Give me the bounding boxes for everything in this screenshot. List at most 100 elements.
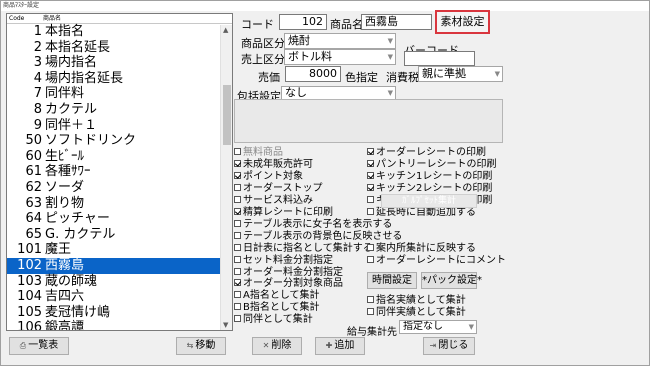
tax-select[interactable]: 親に準拠 ▼ — [418, 66, 503, 82]
list-scrollbar[interactable]: ▲ ▼ — [220, 25, 232, 330]
color-designation-label[interactable]: 色指定 — [345, 69, 378, 85]
checkbox-checks_left-5[interactable]: 精算レシートに印刷 — [234, 207, 333, 219]
pack-settings-button[interactable]: *パック設定* — [421, 272, 482, 289]
checkbox-box[interactable] — [234, 195, 241, 203]
checkbox-checks_right2-1[interactable]: オーダーレシートにコメント — [367, 255, 506, 267]
list-item[interactable]: 3 場内指名 — [7, 55, 232, 71]
package-select[interactable]: なし ▼ — [281, 86, 396, 100]
checkbox-checks_right3-1[interactable]: 同伴実績として集計 — [367, 307, 466, 319]
list-item[interactable]: 4 場内指名延長 — [7, 71, 232, 87]
checkbox-checks_left-3[interactable]: オーダーストップ — [234, 183, 323, 195]
checkbox-checks_left-9[interactable]: セット料金分割指定 — [234, 255, 333, 267]
checkbox-box[interactable] — [367, 296, 374, 303]
list-item[interactable]: 2 本指名延長 — [7, 40, 232, 56]
checkbox-box[interactable] — [367, 207, 374, 215]
checkbox-box[interactable] — [367, 183, 374, 191]
move-button[interactable]: ⇆ 移動 — [176, 337, 226, 355]
checkbox-box[interactable] — [234, 243, 241, 251]
checkbox-box[interactable] — [367, 159, 374, 167]
time-settings-button[interactable]: 時間設定 — [367, 272, 417, 289]
chevron-down-icon: ▼ — [494, 70, 500, 78]
list-item[interactable]: 60 生ﾋﾞｰﾙ — [7, 149, 232, 165]
checkbox-box[interactable] — [234, 267, 241, 275]
checkbox-checks_left-0[interactable]: 無料商品 — [234, 147, 283, 159]
salary-select[interactable]: 指定なし ▼ — [399, 320, 477, 334]
checkbox-box[interactable] — [234, 315, 241, 323]
list-item-code: 1 — [33, 24, 42, 39]
list-item[interactable]: 106 鍛高譚 — [7, 320, 232, 330]
checkbox-checks_right-0[interactable]: オーダーレシートの印刷 — [367, 147, 486, 159]
checkbox-box[interactable] — [367, 244, 374, 251]
checkbox-checks_right-5[interactable]: 延長時に自動追加する — [367, 207, 476, 219]
checkbox-checks_left-7[interactable]: テーブル表示の背景色に反映させる — [234, 231, 402, 243]
checkbox-checks_left-10[interactable]: オーダー料金分割指定 — [234, 267, 343, 279]
list-print-button[interactable]: ⎙ 一覧表 — [9, 337, 69, 355]
list-item[interactable]: 50 ソフトドリンク — [7, 133, 232, 149]
delete-button[interactable]: ✕ 削除 — [252, 337, 302, 355]
list-item-name: 割り物 — [45, 195, 85, 211]
list-item[interactable]: 101 魔王 — [7, 242, 232, 258]
checkbox-checks_right2-0[interactable]: 案内所集計に反映する — [367, 243, 476, 255]
checkbox-checks_left-2[interactable]: ポイント対象 — [234, 171, 303, 183]
checkbox-box[interactable] — [234, 207, 241, 215]
checkbox-box[interactable] — [234, 291, 241, 299]
code-field[interactable]: 102 — [279, 14, 327, 30]
list-item-name: 蔵の師魂 — [45, 273, 98, 289]
checkbox-box[interactable] — [234, 279, 241, 287]
list-rows: 1 本指名 2 本指名延長 3 場内指名 4 場内指名延長 7 同伴料 8 カクテル 9 同伴＋１ 50 ソフ… — [7, 24, 232, 330]
checkbox-checks_right3-0[interactable]: 指名実績として集計 — [367, 295, 466, 307]
list-item[interactable]: 62 ソーダ — [7, 180, 232, 196]
list-item-code: 60 — [25, 148, 42, 164]
list-item[interactable]: 64 ピッチャー — [7, 211, 232, 227]
checkbox-checks_left-1[interactable]: 未成年販売許可 — [234, 159, 313, 171]
checkbox-checks_left-13[interactable]: B指名として集計 — [234, 302, 320, 314]
checkbox-box[interactable] — [234, 171, 241, 179]
list-item[interactable]: 103 蔵の師魂 — [7, 274, 232, 290]
material-settings-button[interactable]: 素材設定 — [435, 10, 490, 34]
list-item[interactable]: 105 麦冠情け嶋 — [7, 305, 232, 321]
checkbox-box[interactable] — [234, 255, 241, 263]
list-item[interactable]: 63 割り物 — [7, 196, 232, 212]
price-field[interactable]: 8000 — [285, 66, 341, 82]
add-button[interactable]: ✚ 追加 — [315, 337, 365, 355]
scroll-down-icon[interactable]: ▼ — [223, 321, 228, 329]
list-item[interactable]: 1 本指名 — [7, 24, 232, 40]
checkbox-box[interactable] — [367, 195, 374, 203]
list-item[interactable]: 102 西霧島 — [7, 257, 232, 274]
scroll-thumb[interactable] — [223, 85, 231, 145]
checkbox-checks_left-4[interactable]: サービス料込み — [234, 195, 313, 207]
checkbox-checks_left-14[interactable]: 同伴として集計 — [234, 314, 313, 326]
close-button[interactable]: ⇥ 閉じる — [423, 337, 475, 355]
list-header: Code 商品名 — [7, 14, 232, 24]
list-item[interactable]: 104 吉四六 — [7, 289, 232, 305]
checkbox-checks_right-2[interactable]: キッチン1レシートの印刷 — [367, 171, 492, 183]
checkbox-checks_left-8[interactable]: 日計表に指名として集計する — [234, 243, 373, 255]
product-list[interactable]: Code 商品名 1 本指名 2 本指名延長 3 場内指名 4 場内指名延長 7 同伴料 8 カクテル… — [6, 13, 233, 331]
checkbox-box[interactable] — [367, 148, 374, 155]
checkbox-box[interactable] — [234, 159, 241, 167]
checkbox-box[interactable] — [234, 219, 241, 227]
name-field[interactable]: 西霧島 — [361, 14, 432, 30]
checkbox-box[interactable] — [367, 255, 374, 263]
checkbox-checks_left-12[interactable]: A指名として集計 — [234, 290, 320, 302]
checkbox-box[interactable] — [367, 171, 374, 179]
checkbox-box[interactable] — [367, 307, 374, 315]
checkbox-box[interactable] — [234, 148, 241, 155]
checkbox-checks_left-11[interactable]: オーダー分割対象商品 — [234, 278, 343, 290]
salary-label: 給与集計先 — [347, 327, 397, 338]
scroll-up-icon[interactable]: ▲ — [223, 26, 228, 34]
checkbox-box[interactable] — [234, 231, 241, 239]
checkbox-checks_right-1[interactable]: パントリーレシートの印刷 — [367, 159, 497, 171]
list-item[interactable]: 7 同伴料 — [7, 86, 232, 102]
list-item[interactable]: 9 同伴＋１ — [7, 118, 232, 134]
list-item[interactable]: 65 G. カクテル — [7, 227, 232, 243]
sales-category-select[interactable]: ボトル料 ▼ — [284, 49, 396, 65]
checkbox-checks_left-6[interactable]: テーブル表示に女子名を表示する — [234, 219, 392, 231]
checkbox-box[interactable] — [234, 183, 241, 191]
category-select[interactable]: 焼酎 ▼ — [284, 33, 396, 49]
barcode-field[interactable] — [404, 51, 475, 66]
list-item-code: 64 — [25, 211, 42, 227]
list-item[interactable]: 61 各種ｻﾜｰ — [7, 164, 232, 180]
list-item[interactable]: 8 カクテル — [7, 102, 232, 118]
checkbox-box[interactable] — [234, 303, 241, 311]
